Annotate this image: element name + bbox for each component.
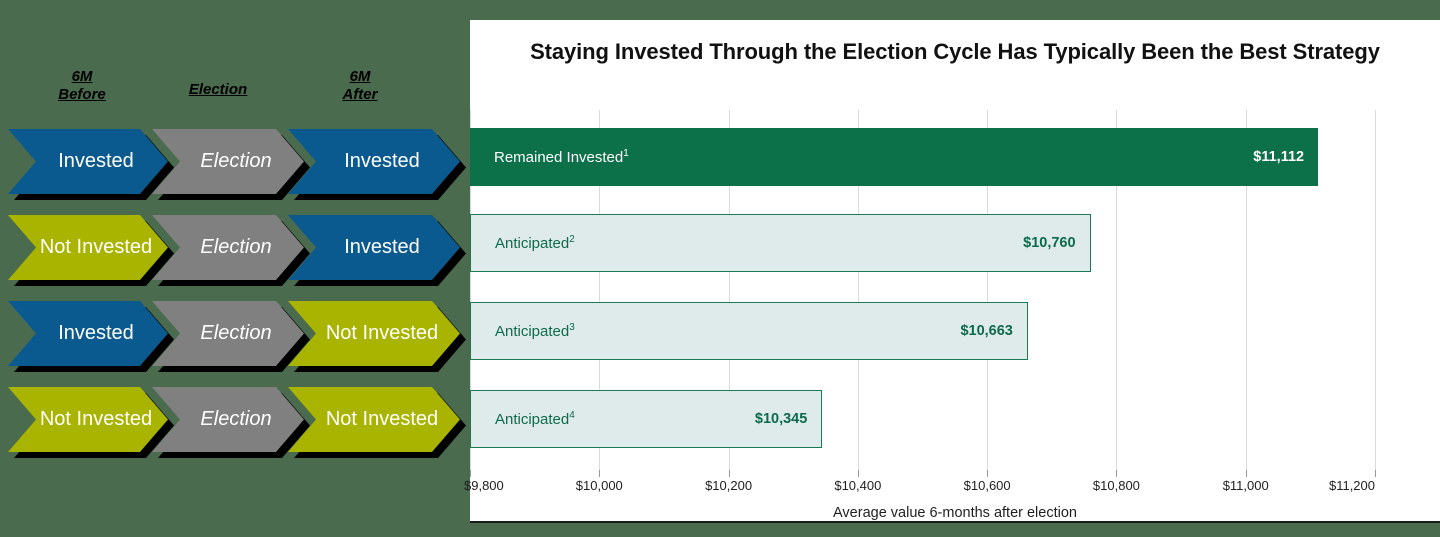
flow-header-after: 6M After <box>300 68 420 105</box>
x-tick-mark <box>1116 470 1118 477</box>
x-axis: $9,800 $10,000 $10,200 $10,400 $10,600 $10,80… <box>464 470 1440 500</box>
plot-inner: Remained Invested1 $11,112 Anticipated2 $10… <box>470 110 1440 470</box>
x-tick-label: $10,800 <box>1092 478 1140 493</box>
bar-1: Remained Invested1 $11,112 <box>470 128 1319 186</box>
chevron-before-invested: Invested <box>8 129 168 194</box>
chevron-before-not-invested: Not Invested <box>8 215 168 280</box>
bar-label-text: Anticipated <box>495 411 570 428</box>
flow-header-after-line1: 6M <box>349 68 371 85</box>
flow-header-before: 6M Before <box>22 68 142 105</box>
flow-header-election: Election <box>155 81 281 99</box>
x-tick-label: $10,400 <box>834 478 882 493</box>
bar-row: Anticipated4 $10,345 <box>470 390 1375 448</box>
chevron-after-invested: Invested <box>288 215 460 280</box>
bar-label: Anticipated2 <box>495 234 575 252</box>
chevron-election-election: Election <box>152 129 304 194</box>
chevron-election-election: Election <box>152 301 304 366</box>
chevron-label: Not Invested <box>39 408 153 431</box>
chevron-label: Invested <box>344 236 420 259</box>
chart-title: Staying Invested Through the Election Cy… <box>530 39 1380 64</box>
chevron-after-invested: Invested <box>288 129 460 194</box>
x-tick-mark <box>728 470 730 477</box>
x-tick-label: $10,200 <box>705 478 753 493</box>
bar-label: Anticipated3 <box>495 322 575 340</box>
bar-label-footnote: 4 <box>569 410 575 421</box>
chevron-election-election: Election <box>152 215 304 280</box>
flow-header-after-line2: After <box>342 86 378 104</box>
bar-3: Anticipated3 $10,663 <box>470 302 1028 360</box>
bar-row: Remained Invested1 $11,112 <box>470 128 1375 186</box>
plot-area: Remained Invested1 $11,112 Anticipated2 $10… <box>470 110 1440 470</box>
flow-row: Invested Election Invested <box>0 127 470 213</box>
election-flow-diagram: 6M Before Election 6M After Invested Elec… <box>0 0 470 537</box>
x-tick-mark <box>857 470 859 477</box>
chevron-label: Election <box>200 408 272 431</box>
chevron-label: Invested <box>344 150 420 173</box>
x-tick-mark <box>987 470 989 477</box>
x-tick-mark <box>1375 470 1376 477</box>
chevron-label: Election <box>200 236 272 259</box>
bar-label: Remained Invested1 <box>494 148 629 166</box>
x-tick-mark <box>1245 470 1247 477</box>
bar-label-text: Anticipated <box>495 235 570 252</box>
chevron-label: Election <box>200 150 272 173</box>
flow-header-election-line1: Election <box>188 81 248 98</box>
x-tick-label: $11,200 <box>1328 478 1375 493</box>
bar-value: $11,112 <box>1253 149 1305 165</box>
chevron-after-not-invested: Not Invested <box>288 301 460 366</box>
x-tick-label: $11,000 <box>1222 478 1269 493</box>
flow-rows: Invested Election Invested Not Invested Elec… <box>0 127 470 471</box>
flow-header-before-line2: Before <box>58 86 106 104</box>
bar-label: Anticipated4 <box>495 410 575 428</box>
chevron-before-invested: Invested <box>8 301 168 366</box>
flow-row: Invested Election Not Invested <box>0 299 470 385</box>
bar-value: $10,345 <box>754 411 808 427</box>
x-axis-title: Average value 6-months after election <box>833 505 1077 521</box>
bar-value: $10,760 <box>1023 235 1076 251</box>
bar-label-text: Anticipated <box>495 323 570 340</box>
bar-label-footnote: 1 <box>623 148 629 159</box>
bar-label-footnote: 2 <box>569 234 575 245</box>
chevron-label: Election <box>200 322 272 345</box>
bar-4: Anticipated4 $10,345 <box>470 390 823 448</box>
chevron-label: Not Invested <box>325 408 439 431</box>
chevron-label: Not Invested <box>325 322 439 345</box>
chevron-label: Invested <box>58 322 134 345</box>
x-tick-label: $10,600 <box>963 478 1011 493</box>
x-tick-mark <box>599 470 601 477</box>
chevron-label: Not Invested <box>39 236 153 259</box>
bar-row: Anticipated2 $10,760 <box>470 214 1375 272</box>
flow-column-headers: 6M Before Election 6M After <box>0 68 470 116</box>
flow-row: Not Invested Election Not Invested <box>0 385 470 471</box>
bar-label-footnote: 3 <box>569 322 575 333</box>
flow-row: Not Invested Election Invested <box>0 213 470 299</box>
flow-header-before-line1: 6M <box>71 68 93 85</box>
gridline <box>1375 110 1376 470</box>
chevron-before-not-invested: Not Invested <box>8 387 168 452</box>
bar-2: Anticipated2 $10,760 <box>470 214 1091 272</box>
bar-value: $10,663 <box>960 323 1013 339</box>
chevron-election-election: Election <box>152 387 304 452</box>
bar-row: Anticipated3 $10,663 <box>470 302 1375 360</box>
x-tick-label: $10,000 <box>575 478 623 493</box>
chevron-label: Invested <box>58 150 134 173</box>
x-tick-mark <box>470 470 471 477</box>
chart-card: Staying Invested Through the Election Cy… <box>464 20 1440 523</box>
bar-label-text: Remained Invested <box>494 149 624 166</box>
chevron-after-not-invested: Not Invested <box>288 387 460 452</box>
